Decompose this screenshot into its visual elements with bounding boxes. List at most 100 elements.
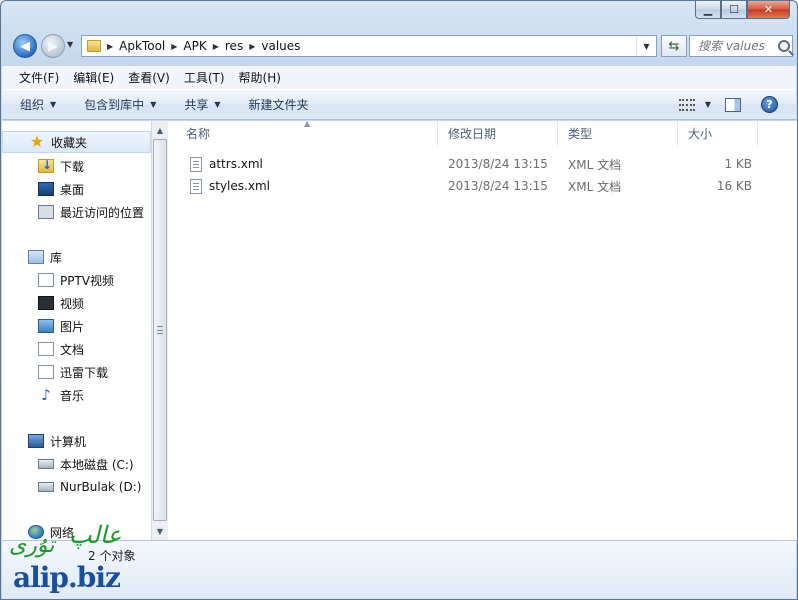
column-header-label: 大小	[688, 127, 713, 141]
nav-item-label: 最近访问的位置	[60, 205, 145, 220]
share-label: 共享	[184, 98, 209, 112]
view-controls: ▼ ?	[678, 96, 778, 113]
forward-button[interactable]: ▶	[41, 34, 65, 58]
nav-item-pictures[interactable]: 图片	[38, 316, 84, 336]
close-button[interactable]: ✕	[747, 1, 790, 19]
include-in-library-button[interactable]: 包含到库中 ▼	[84, 96, 156, 113]
help-icon[interactable]: ?	[761, 96, 778, 113]
xml-file-icon	[190, 156, 202, 172]
downloads-folder-icon	[38, 158, 54, 173]
scroll-thumb[interactable]	[153, 139, 167, 521]
minimize-button[interactable]: ▁	[695, 1, 721, 19]
nav-item-recent-places[interactable]: 最近访问的位置	[38, 202, 144, 222]
search-box[interactable]	[689, 35, 793, 57]
chevron-down-icon: ▼	[50, 100, 57, 109]
nav-item-pptv-video[interactable]: PPTV视频	[38, 270, 114, 290]
column-header-size[interactable]: 大小	[678, 121, 758, 146]
menu-edit[interactable]: 编辑(E)	[66, 69, 121, 86]
nav-item-label: 迅雷下载	[60, 365, 109, 380]
column-header-name[interactable]: ▲ 名称	[168, 119, 438, 146]
menu-help[interactable]: 帮助(H)	[232, 69, 288, 86]
menu-view[interactable]: 查看(V)	[121, 69, 177, 86]
grip-icon	[157, 326, 163, 334]
recent-pages-dropdown[interactable]: ▼	[67, 40, 73, 49]
menu-tools[interactable]: 工具(T)	[177, 69, 232, 86]
file-name-cell: styles.xml	[168, 175, 438, 197]
address-history-dropdown[interactable]: ▼	[636, 36, 656, 56]
refresh-button[interactable]: ⇆	[661, 35, 687, 57]
column-headers: ▲ 名称 修改日期 类型 大小	[168, 119, 797, 146]
site-watermark: عالپ تۇرى alip.biz	[9, 521, 149, 599]
address-bar[interactable]: ▶ ApkTool ▶ APK ▶ res ▶ values ▼	[81, 35, 657, 57]
preview-pane-icon[interactable]	[725, 97, 741, 112]
navigation-pane: ★ 收藏夹 下载 桌面 最近访问的位置 库 PPTV视频 视频	[2, 121, 151, 540]
caption-buttons: ▁ ☐ ✕	[695, 1, 790, 19]
nav-item-label: NurBulak (D:)	[60, 480, 142, 494]
views-icon[interactable]	[678, 98, 695, 111]
column-header-label: 类型	[568, 127, 593, 141]
nav-item-label: 桌面	[60, 182, 85, 197]
file-name: styles.xml	[209, 179, 270, 193]
arrow-right-icon: ▶	[48, 38, 58, 54]
new-folder-label: 新建文件夹	[248, 98, 309, 112]
file-row[interactable]: styles.xml 2013/8/24 13:15 XML 文档 16 KB	[168, 175, 797, 197]
star-icon: ★	[29, 132, 45, 151]
chevron-right-icon[interactable]: ▶	[249, 42, 255, 51]
file-name-cell: attrs.xml	[168, 153, 438, 175]
nav-item-label: 音乐	[60, 388, 85, 403]
command-bar: 组织 ▼ 包含到库中 ▼ 共享 ▼ 新建文件夹 ▼ ?	[2, 89, 796, 120]
file-date: 2013/8/24 13:15	[448, 179, 548, 193]
organize-button[interactable]: 组织 ▼	[20, 96, 56, 113]
back-button[interactable]: ◀	[13, 34, 37, 58]
search-icon[interactable]	[778, 40, 790, 52]
scroll-down-icon[interactable]: ▼	[152, 523, 168, 539]
new-folder-button[interactable]: 新建文件夹	[249, 96, 309, 113]
breadcrumb-item-res[interactable]: res	[225, 39, 243, 53]
picture-icon	[38, 319, 54, 333]
watermark-arabic-top: عالپ	[69, 521, 122, 549]
nav-item-drive-c[interactable]: 本地磁盘 (C:)	[38, 454, 134, 474]
column-header-type[interactable]: 类型	[558, 121, 678, 146]
nav-item-label: 视频	[60, 296, 85, 311]
share-button[interactable]: 共享 ▼	[184, 96, 220, 113]
breadcrumb-item-values[interactable]: values	[261, 39, 300, 53]
nav-item-drive-d[interactable]: NurBulak (D:)	[38, 477, 141, 497]
chevron-down-icon: ▼	[643, 41, 650, 51]
maximize-button[interactable]: ☐	[721, 1, 747, 19]
breadcrumb: ▶ ApkTool ▶ APK ▶ res ▶ values	[101, 39, 300, 53]
chevron-down-icon[interactable]: ▼	[705, 100, 711, 109]
file-name: attrs.xml	[209, 157, 263, 171]
breadcrumb-item-apk[interactable]: APK	[183, 39, 206, 53]
nav-favorites[interactable]: ★ 收藏夹	[2, 131, 151, 153]
search-input[interactable]	[698, 39, 776, 53]
navigation-pane-scrollbar[interactable]: ▲ ▼	[151, 121, 168, 540]
document-icon	[38, 342, 54, 356]
file-row[interactable]: attrs.xml 2013/8/24 13:15 XML 文档 1 KB	[168, 153, 797, 175]
file-size: 1 KB	[724, 157, 752, 171]
desktop-icon	[38, 182, 54, 196]
nav-item-downloads[interactable]: 下载	[38, 156, 84, 176]
column-header-label: 修改日期	[448, 127, 497, 141]
nav-computer[interactable]: 计算机	[2, 431, 151, 451]
nav-libraries[interactable]: 库	[2, 247, 151, 267]
breadcrumb-item-apktool[interactable]: ApkTool	[119, 39, 165, 53]
nav-item-videos[interactable]: 视频	[38, 293, 84, 313]
scroll-up-icon[interactable]: ▲	[152, 122, 168, 138]
chevron-right-icon[interactable]: ▶	[213, 42, 219, 51]
nav-item-label: 文档	[60, 342, 85, 357]
column-header-date[interactable]: 修改日期	[438, 121, 558, 146]
explorer-window: ▁ ☐ ✕ ◀ ▶ ▼ ▶ ApkTool ▶ APK ▶ res ▶ valu…	[0, 0, 798, 600]
nav-item-music[interactable]: ♪ 音乐	[38, 385, 84, 405]
refresh-icon: ⇆	[668, 38, 680, 54]
nav-item-xunlei-downloads[interactable]: 迅雷下载	[38, 362, 108, 382]
computer-icon	[28, 434, 44, 448]
file-date: 2013/8/24 13:15	[448, 157, 548, 171]
maximize-icon: ☐	[729, 3, 739, 16]
chevron-right-icon[interactable]: ▶	[171, 42, 177, 51]
chevron-right-icon[interactable]: ▶	[107, 42, 113, 51]
nav-item-documents[interactable]: 文档	[38, 339, 84, 359]
column-header-label: 名称	[186, 127, 211, 141]
nav-item-desktop[interactable]: 桌面	[38, 179, 84, 199]
menu-file[interactable]: 文件(F)	[12, 69, 66, 86]
hard-drive-icon	[38, 459, 54, 469]
